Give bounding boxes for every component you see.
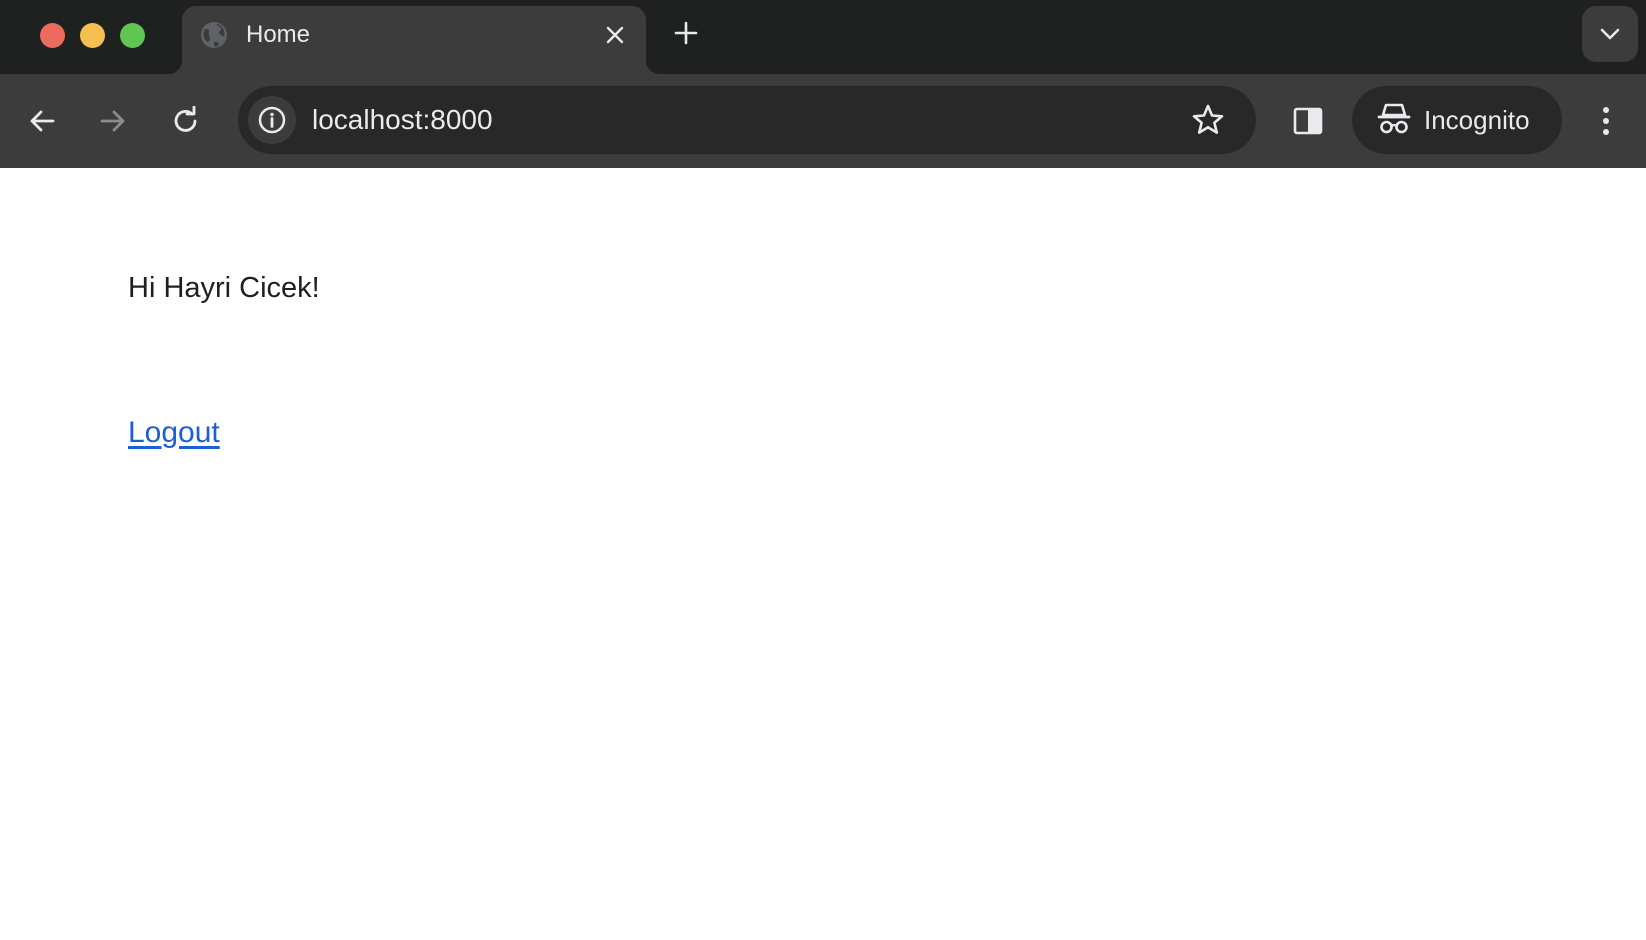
incognito-icon: [1376, 101, 1412, 137]
tab-title: Home: [246, 21, 311, 48]
forward-button[interactable]: [93, 101, 133, 141]
tab-home[interactable]: Home: [168, 6, 660, 74]
back-button[interactable]: [22, 101, 62, 141]
info-icon: [258, 106, 286, 134]
more-menu-button[interactable]: [1586, 101, 1626, 141]
address-bar[interactable]: localhost:8000: [238, 86, 1256, 154]
url-text[interactable]: localhost:8000: [312, 104, 493, 136]
side-panel-icon: [1293, 107, 1323, 135]
reload-button[interactable]: [166, 101, 206, 141]
plus-icon: [674, 21, 698, 45]
incognito-label: Incognito: [1424, 105, 1530, 135]
tab-strip: Home: [0, 0, 1646, 74]
site-info-button[interactable]: [248, 96, 296, 144]
window-close-button[interactable]: [40, 23, 65, 48]
arrow-right-icon: [100, 110, 125, 132]
vertical-dots-icon: [1603, 107, 1609, 135]
incognito-profile-button[interactable]: Incognito: [1352, 86, 1562, 154]
browser-window: Home localhost:8000 Incognito Hi Hayri C…: [0, 0, 1646, 940]
page-content: Hi Hayri Cicek! Logout: [0, 168, 1646, 940]
greeting-text: Hi Hayri Cicek!: [128, 272, 320, 304]
star-icon: [1192, 104, 1224, 134]
window-maximize-button[interactable]: [120, 23, 145, 48]
window-minimize-button[interactable]: [80, 23, 105, 48]
arrow-left-icon: [30, 110, 55, 132]
browser-toolbar: localhost:8000 Incognito: [0, 74, 1646, 168]
logout-link[interactable]: Logout: [128, 415, 220, 451]
new-tab-button[interactable]: [670, 17, 702, 49]
tab-search-button[interactable]: [1582, 6, 1638, 62]
side-panel-button[interactable]: [1288, 101, 1328, 141]
reload-icon: [174, 106, 197, 132]
bookmark-button[interactable]: [1190, 102, 1226, 138]
globe-icon: [199, 20, 229, 50]
tab-close-icon[interactable]: [600, 20, 630, 50]
chevron-down-icon: [1600, 28, 1620, 40]
